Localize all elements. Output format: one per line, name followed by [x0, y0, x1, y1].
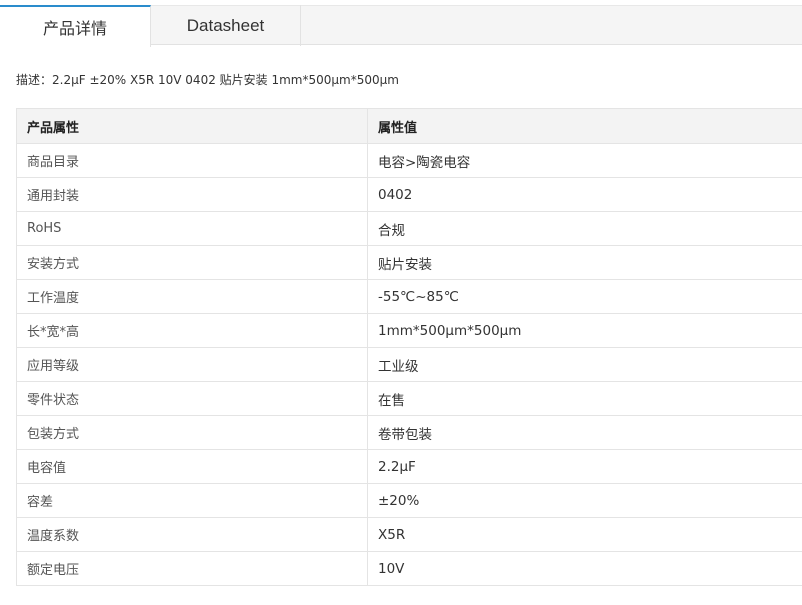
- table-row: 商品目录 电容>陶瓷电容: [16, 143, 802, 178]
- attribute-name: 安装方式: [16, 245, 368, 280]
- attribute-value: X5R: [367, 517, 802, 552]
- attribute-name: 电容值: [16, 449, 368, 484]
- attribute-value: 1mm*500μm*500μm: [367, 313, 802, 348]
- tab-datasheet[interactable]: Datasheet: [151, 5, 301, 46]
- table-row: 长*宽*高 1mm*500μm*500μm: [16, 313, 802, 348]
- table-row: 电容值 2.2μF: [16, 449, 802, 484]
- tab-bar: 产品详情 Datasheet: [0, 5, 802, 47]
- attribute-value: 电容>陶瓷电容: [367, 143, 802, 178]
- table-row: 通用封装 0402: [16, 177, 802, 212]
- table-row: 安装方式 贴片安装: [16, 245, 802, 280]
- table-header-row: 产品属性 属性值: [16, 108, 802, 144]
- attribute-value: 合规: [367, 211, 802, 246]
- attribute-value: 贴片安装: [367, 245, 802, 280]
- attribute-name: 容差: [16, 483, 368, 518]
- table-row: 包装方式 卷带包装: [16, 415, 802, 450]
- attribute-value: ±20%: [367, 483, 802, 518]
- table-row: 工作温度 -55℃~85℃: [16, 279, 802, 314]
- attribute-name: 工作温度: [16, 279, 368, 314]
- attribute-name: 包装方式: [16, 415, 368, 450]
- attribute-value: 10V: [367, 551, 802, 586]
- product-description: 描述：2.2μF ±20% X5R 10V 0402 贴片安装 1mm*500μ…: [16, 71, 399, 88]
- attribute-name: 零件状态: [16, 381, 368, 416]
- table-row: 温度系数 X5R: [16, 517, 802, 552]
- attributes-table: 产品属性 属性值 商品目录 电容>陶瓷电容 通用封装 0402 RoHS 合规 …: [16, 108, 802, 586]
- attribute-value: 在售: [367, 381, 802, 416]
- header-value: 属性值: [367, 108, 802, 144]
- attribute-name: 商品目录: [16, 143, 368, 178]
- table-row: 额定电压 10V: [16, 551, 802, 586]
- tab-product-details[interactable]: 产品详情: [0, 5, 151, 47]
- attribute-value: 0402: [367, 177, 802, 212]
- table-row: 应用等级 工业级: [16, 347, 802, 382]
- description-label: 描述：: [16, 73, 53, 87]
- table-row: 容差 ±20%: [16, 483, 802, 518]
- table-row: 零件状态 在售: [16, 381, 802, 416]
- attribute-name: 长*宽*高: [16, 313, 368, 348]
- attribute-name: 通用封装: [16, 177, 368, 212]
- attribute-name: 应用等级: [16, 347, 368, 382]
- attribute-value: -55℃~85℃: [367, 279, 802, 314]
- header-attribute: 产品属性: [16, 108, 368, 144]
- attribute-name: 额定电压: [16, 551, 368, 586]
- attribute-value: 2.2μF: [367, 449, 802, 484]
- attribute-value: 工业级: [367, 347, 802, 382]
- product-detail-page: 产品详情 Datasheet 描述：2.2μF ±20% X5R 10V 040…: [0, 0, 802, 605]
- attribute-name: RoHS: [16, 211, 368, 246]
- table-row: RoHS 合规: [16, 211, 802, 246]
- attribute-value: 卷带包装: [367, 415, 802, 450]
- attribute-name: 温度系数: [16, 517, 368, 552]
- description-text: 2.2μF ±20% X5R 10V 0402 贴片安装 1mm*500μm*5…: [52, 73, 399, 87]
